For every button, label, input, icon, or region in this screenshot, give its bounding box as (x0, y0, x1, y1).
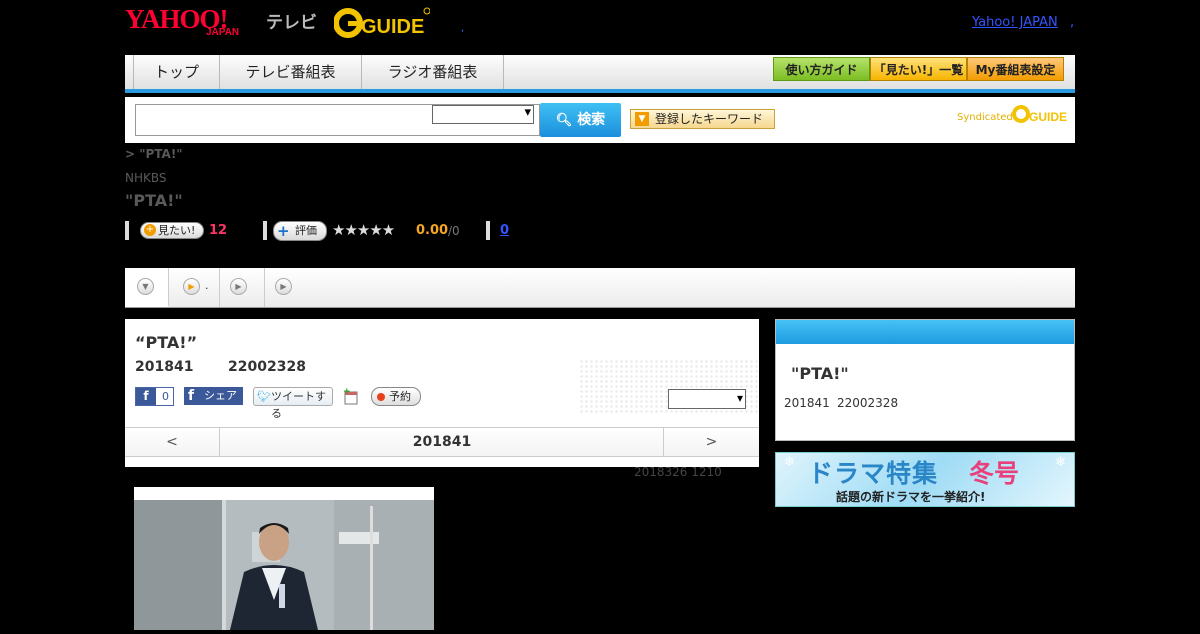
banner-title-part1: ドラマ特集 (808, 459, 939, 488)
tab-episodes-label: . (205, 279, 209, 292)
sidebar-date: 201841 (784, 396, 830, 410)
snowflake-icon: ❄ (784, 455, 795, 470)
sidebar-header (776, 320, 1074, 344)
tweet-label: ツイートする (271, 390, 326, 420)
want-button-label: 見たい! (158, 224, 196, 237)
tab-cast[interactable]: ▶ (220, 268, 265, 307)
guide-button[interactable]: 使い方ガイド (773, 57, 870, 81)
reserve-button[interactable]: 予約 (371, 387, 421, 406)
plus-icon: + (277, 222, 290, 240)
search-input[interactable] (137, 106, 427, 134)
sidebar-program-box: "PTA!" 201841 22002328 (775, 319, 1075, 441)
drama-feature-banner[interactable]: ❄ ❄ ドラマ特集 冬号 話題の新ドラマを一挙紹介! (775, 452, 1075, 507)
share-label: シェア (204, 389, 237, 402)
updated-timestamp: 2018326 1210 (634, 465, 722, 479)
yahoo-japan-link[interactable]: Yahoo! JAPAN (972, 15, 1058, 30)
program-photo-frame (134, 487, 434, 630)
program-detail: “PTA!” 201841 22002328 f 0 f シェア 🐦︎ ツイート… (125, 319, 759, 467)
review-count-link[interactable]: 0 (500, 223, 509, 238)
rate-button[interactable]: + 評価 (273, 221, 327, 241)
arrow-icon: ▼ (635, 112, 649, 126)
like-count: 0 (162, 390, 169, 403)
banner-subtitle: 話題の新ドラマを一挙紹介! (836, 490, 986, 504)
detail-title: “PTA!” (135, 333, 198, 352)
tab-related[interactable]: ▶ (265, 268, 310, 307)
rating-value: 0.00 (416, 223, 449, 238)
detail-select[interactable]: ▾ (668, 389, 746, 409)
next-date-button[interactable]: > (663, 428, 759, 456)
yahoo-japan-separator: , (1070, 15, 1075, 30)
facebook-share-button[interactable]: f シェア (184, 387, 243, 405)
nav-tab-tv-schedule[interactable]: テレビ番組表 (220, 55, 362, 89)
twitter-bird-icon: 🐦︎ (257, 390, 271, 403)
station-name: NHKBS (125, 171, 167, 185)
rating-total: /0 (448, 224, 460, 238)
rate-button-label: 評価 (295, 224, 317, 237)
program-photo[interactable] (134, 500, 434, 630)
divider (125, 221, 129, 240)
detail-date: 201841 (135, 359, 194, 375)
svg-text:GUIDE: GUIDE (1029, 110, 1067, 124)
tab-episodes[interactable]: ▶ . (169, 268, 220, 307)
reserve-label: 予約 (389, 390, 411, 403)
want-button[interactable]: + 見たい! (140, 222, 204, 239)
facebook-icon: f (188, 388, 195, 404)
chevron-down-icon: ▾ (736, 391, 743, 405)
search-bar: 🔍︎ 検索 ▼ 登録したキーワード Syndicated GUIDE (125, 97, 1075, 143)
want-list-button[interactable]: 「見たい!」一覧 (870, 57, 967, 81)
chevron-down-icon: ▼ (137, 278, 154, 295)
add-calendar-icon[interactable]: + (343, 387, 359, 405)
prev-date-button[interactable]: < (125, 428, 220, 456)
svg-text:+: + (343, 387, 351, 397)
registered-keywords-label: 登録したキーワード (655, 112, 764, 126)
syndicated-gguide-logo: GUIDE (1012, 103, 1068, 125)
divider (263, 221, 267, 240)
search-icon: 🔍︎ (555, 113, 573, 128)
header-separator: , (461, 23, 465, 34)
nav-tab-radio-schedule[interactable]: ラジオ番組表 (362, 55, 504, 89)
like-button[interactable]: f 0 (135, 387, 174, 406)
page-title: "PTA!" (125, 191, 183, 210)
rating-stars: ★★★★★ (332, 221, 395, 239)
sidebar-time: 22002328 (837, 396, 899, 410)
record-icon (377, 393, 385, 401)
sidebar-title: "PTA!" (791, 364, 849, 383)
registered-keywords-button[interactable]: ▼ 登録したキーワード (630, 109, 775, 129)
banner-title-part2: 冬号 (969, 459, 1020, 488)
play-icon: ▶ (183, 278, 200, 295)
nav-tab-top[interactable]: トップ (134, 55, 220, 89)
snowflake-icon: ❄ (1055, 455, 1066, 470)
breadcrumb[interactable]: > "PTA!" (125, 147, 183, 161)
tweet-button[interactable]: 🐦︎ ツイートする (253, 387, 333, 420)
divider (486, 221, 490, 240)
svg-text:GUIDE: GUIDE (361, 16, 424, 38)
japan-logo: JAPAN (206, 27, 240, 38)
syndicated-label: Syndicated (957, 112, 1013, 123)
content-tabs: ▼ ▶ . ▶ ▶ (125, 268, 1075, 308)
tv-label[interactable]: テレビ (266, 8, 317, 33)
search-button-label: 検索 (577, 112, 606, 128)
current-date: 201841 (412, 434, 472, 450)
detail-time: 22002328 (228, 359, 306, 375)
play-icon: ▶ (275, 278, 292, 295)
search-category-select[interactable] (432, 105, 534, 124)
plus-icon: + (144, 224, 156, 236)
my-schedule-button[interactable]: My番組表設定 (967, 57, 1064, 81)
play-icon: ▶ (230, 278, 247, 295)
tab-overview[interactable]: ▼ (125, 268, 169, 307)
search-button[interactable]: 🔍︎ 検索 (540, 103, 621, 137)
gguide-logo[interactable]: GUIDE (333, 6, 431, 40)
want-count: 12 (209, 223, 228, 238)
facebook-icon: f (136, 388, 156, 405)
date-pager: < 201841 > (125, 427, 759, 457)
main-nav: トップ テレビ番組表 ラジオ番組表 使い方ガイド 「見たい!」一覧 My番組表設… (125, 55, 1075, 93)
